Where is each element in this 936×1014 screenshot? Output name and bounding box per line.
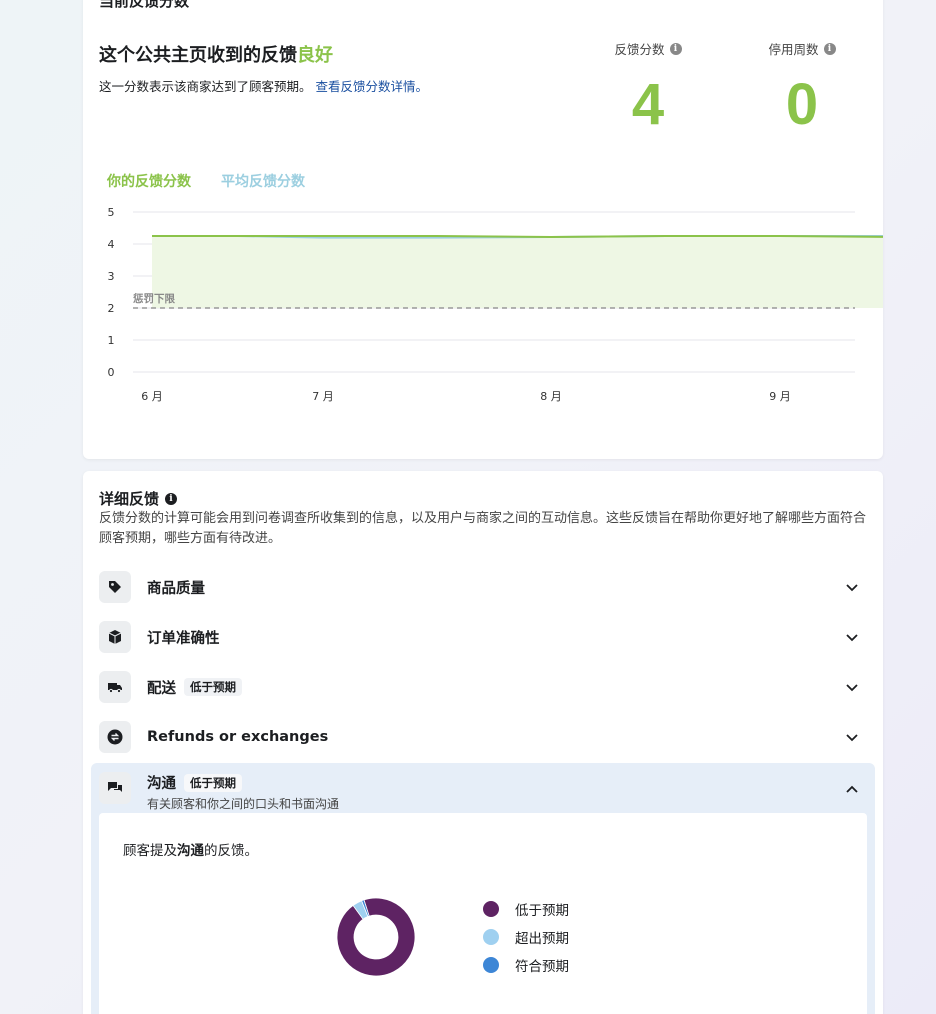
score-headline: 这个公共主页收到的反馈良好 bbox=[99, 45, 333, 66]
chevron-down-icon[interactable] bbox=[845, 730, 859, 744]
info-icon[interactable]: i bbox=[165, 492, 178, 505]
x-tick-label: 9 月 bbox=[769, 390, 791, 403]
communication-panel: 顾客提及沟通的反馈。 低于预期 超出预期 符合预期 bbox=[91, 813, 875, 1014]
metric-suspended-weeks: 停用周数 i 0 bbox=[732, 39, 872, 134]
legend-average-score[interactable]: 平均反馈分数 bbox=[221, 171, 305, 191]
chevron-down-icon[interactable] bbox=[845, 630, 859, 644]
feedback-item-shipping[interactable]: 配送 低于预期 bbox=[91, 662, 875, 712]
box-icon bbox=[99, 621, 131, 653]
metric-feedback-score: 反馈分数 i 4 bbox=[578, 39, 718, 134]
info-icon[interactable]: i bbox=[823, 42, 836, 55]
score-area-fill bbox=[152, 236, 883, 308]
y-tick-label: 0 bbox=[108, 366, 115, 379]
donut-legend-meets: 符合预期 bbox=[483, 955, 569, 975]
donut-legend-above: 超出预期 bbox=[483, 927, 569, 947]
feedback-item-product-quality[interactable]: 商品质量 bbox=[91, 562, 875, 612]
feedback-item-refunds[interactable]: Refunds or exchanges bbox=[91, 712, 875, 762]
communication-donut-chart bbox=[336, 897, 416, 977]
detail-feedback-card: 详细反馈 i 反馈分数的计算可能会用到问卷调查所收集到的信息，以及用户与商家之间… bbox=[83, 471, 883, 1014]
truck-icon bbox=[99, 671, 131, 703]
x-tick-label: 6 月 bbox=[141, 390, 163, 403]
section-title: 详细反馈 i bbox=[99, 488, 178, 509]
metric-value: 4 bbox=[631, 72, 665, 137]
item-subtitle: 有关顾客和你之间的口头和书面沟通 bbox=[147, 797, 340, 811]
y-tick-label: 1 bbox=[108, 334, 115, 347]
donut-legend-below: 低于预期 bbox=[483, 899, 569, 919]
y-tick-label: 5 bbox=[108, 206, 115, 219]
feedback-item-order-accuracy[interactable]: 订单准确性 bbox=[91, 612, 875, 662]
chevron-down-icon[interactable] bbox=[845, 580, 859, 594]
y-tick-label: 4 bbox=[108, 238, 115, 251]
metric-value: 0 bbox=[785, 72, 819, 137]
exchange-icon bbox=[99, 721, 131, 753]
tag-icon bbox=[99, 571, 131, 603]
legend-dot bbox=[483, 901, 499, 917]
penalty-threshold-label: 惩罚下限 bbox=[133, 292, 175, 305]
info-icon[interactable]: i bbox=[669, 42, 682, 55]
score-subline: 这一分数表示该商家达到了顾客预期。 查看反馈分数详情。 bbox=[99, 79, 429, 94]
legend-your-score[interactable]: 你的反馈分数 bbox=[107, 171, 191, 191]
y-tick-label: 2 bbox=[108, 302, 115, 315]
card-title: 当前反馈分数 bbox=[99, 0, 190, 10]
y-tick-label: 3 bbox=[108, 270, 115, 283]
score-details-link[interactable]: 查看反馈分数详情。 bbox=[316, 79, 429, 94]
feedback-item-communication[interactable]: 沟通 低于预期 有关顾客和你之间的口头和书面沟通 bbox=[91, 763, 875, 813]
score-chart: 0 1 2 3 4 5 6 月 7 月 8 月 9 月 惩罚下限 bbox=[108, 206, 883, 403]
legend-dot bbox=[483, 929, 499, 945]
chevron-down-icon[interactable] bbox=[845, 680, 859, 694]
chevron-up-icon[interactable] bbox=[845, 783, 859, 797]
communication-caption: 顾客提及沟通的反馈。 bbox=[123, 843, 258, 859]
section-description: 反馈分数的计算可能会用到问卷调查所收集到的信息，以及用户与商家之间的互动信息。这… bbox=[99, 511, 867, 546]
legend-dot bbox=[483, 957, 499, 973]
status-badge: 低于预期 bbox=[184, 678, 242, 696]
status-badge: 低于预期 bbox=[184, 773, 242, 792]
chat-icon bbox=[99, 772, 131, 804]
feedback-score-card: 当前反馈分数 这个公共主页收到的反馈良好 这一分数表示该商家达到了顾客预期。 查… bbox=[83, 0, 883, 459]
x-tick-label: 7 月 bbox=[312, 390, 334, 403]
rating-good: 良好 bbox=[297, 45, 333, 66]
x-tick-label: 8 月 bbox=[540, 390, 562, 403]
donut-slice[interactable] bbox=[336, 897, 416, 977]
